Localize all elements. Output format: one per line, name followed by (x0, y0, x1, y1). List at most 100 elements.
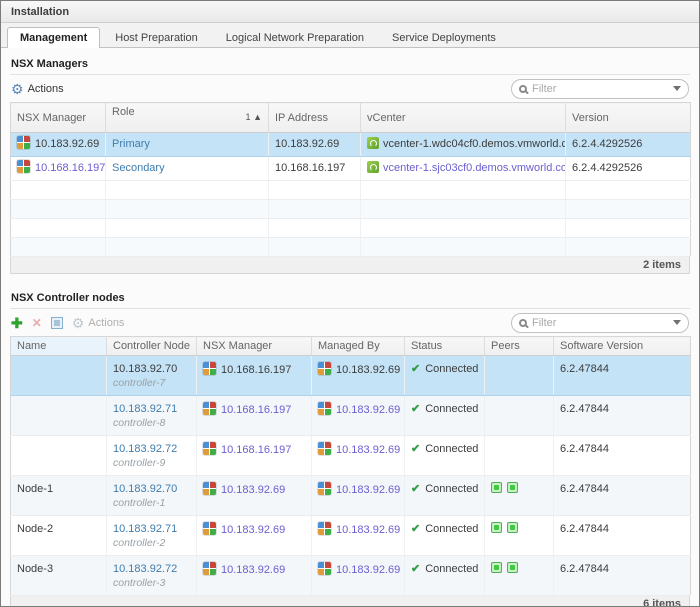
connected-check-icon: ✔ (411, 563, 420, 575)
delete-controller-icon[interactable]: ✕ (32, 317, 42, 329)
controller-row[interactable]: Node-2 10.183.92.71controller-2 10.183.9… (11, 516, 691, 556)
controllers-section-title: NSX Controller nodes (10, 286, 690, 309)
name-cell: Node-3 (11, 556, 107, 596)
peer-status-icon (491, 522, 502, 533)
manager-row[interactable]: 10.168.16.197 Secondary 10.168.16.197 vc… (11, 157, 691, 181)
nsx-manager-icon (203, 562, 216, 575)
nsx-manager-icon (203, 482, 216, 495)
col-software-version[interactable]: Software Version (554, 337, 691, 356)
nsx-manager-icon (203, 362, 216, 375)
status-cell: ✔Connected (405, 356, 485, 396)
controller-row[interactable]: 10.183.92.71controller-8 10.168.16.197 1… (11, 396, 691, 436)
manager-row[interactable]: 10.183.92.69 Primary 10.183.92.69 vcente… (11, 133, 691, 157)
name-cell: Node-2 (11, 516, 107, 556)
nsx-manager-icon (17, 136, 30, 149)
nsx-manager-icon (203, 522, 216, 535)
peers-cell (485, 436, 554, 476)
empty-row (11, 238, 691, 257)
managed-by-cell: 10.183.92.69 (312, 396, 405, 436)
controller-row[interactable]: Node-1 10.183.92.70controller-1 10.183.9… (11, 476, 691, 516)
controllers-toolbar: ✚ ✕ ⚙ Actions (10, 309, 690, 336)
role-cell: Secondary (106, 157, 269, 181)
empty-row (11, 219, 691, 238)
controllers-filter (511, 313, 689, 333)
name-cell (11, 356, 107, 396)
managers-actions-button[interactable]: ⚙ Actions (11, 83, 64, 95)
tab-host-preparation[interactable]: Host Preparation (102, 27, 211, 48)
version-cell: 6.2.4.4292526 (566, 157, 691, 181)
nsx-manager-cell: 10.168.16.197 (197, 396, 312, 436)
connected-check-icon: ✔ (411, 403, 420, 415)
col-peers[interactable]: Peers (485, 337, 554, 356)
managed-by-cell: 10.183.92.69 (312, 476, 405, 516)
controller-row[interactable]: 10.183.92.72controller-9 10.168.16.197 1… (11, 436, 691, 476)
nsx-manager-icon (203, 402, 216, 415)
col-version[interactable]: Version (566, 103, 691, 133)
tab-service-deployments[interactable]: Service Deployments (379, 27, 509, 48)
peers-cell (485, 356, 554, 396)
nsx-manager-icon (17, 160, 30, 173)
chevron-down-icon[interactable] (673, 320, 681, 325)
peer-status-icon (507, 562, 518, 573)
status-cell: ✔Connected (405, 476, 485, 516)
controller-node-cell: 10.183.92.72controller-9 (107, 436, 197, 476)
nsx-manager-cell: 10.183.92.69 (11, 133, 106, 157)
controllers-actions-label: Actions (88, 317, 124, 329)
version-cell: 6.2.47844 (554, 516, 691, 556)
vcenter-cell: vcenter-1.sjc03cf0.demos.vmworld.com (361, 157, 566, 181)
version-cell: 6.2.4.4292526 (566, 133, 691, 157)
col-controller-node[interactable]: Controller Node (107, 337, 197, 356)
tab-management[interactable]: Management (7, 27, 100, 48)
connected-check-icon: ✔ (411, 363, 420, 375)
col-status[interactable]: Status (405, 337, 485, 356)
nsx-manager-cell: 10.183.92.69 (197, 556, 312, 596)
window-titlebar: Installation (1, 1, 699, 23)
col-role[interactable]: Role 1 ▲ (106, 103, 269, 133)
vcenter-icon (367, 137, 379, 149)
col-ip-address[interactable]: IP Address (269, 103, 361, 133)
controller-row[interactable]: Node-3 10.183.92.72controller-3 10.183.9… (11, 556, 691, 596)
col-vcenter[interactable]: vCenter (361, 103, 566, 133)
col-nsx-manager[interactable]: NSX Manager (11, 103, 106, 133)
nsx-manager-cell: 10.168.16.197 (197, 356, 312, 396)
tab-logical-network-preparation[interactable]: Logical Network Preparation (213, 27, 377, 48)
controllers-actions-button[interactable]: ⚙ Actions (72, 317, 125, 329)
managers-item-count: 2 items (10, 257, 690, 274)
page-title: Installation (11, 6, 69, 18)
controller-details-icon[interactable] (51, 317, 63, 329)
controller-node-cell: 10.183.92.70controller-7 (107, 356, 197, 396)
connected-check-icon: ✔ (411, 443, 420, 455)
nsx-manager-icon (318, 402, 331, 415)
nsx-manager-icon (318, 362, 331, 375)
managed-by-cell: 10.183.92.69 (312, 436, 405, 476)
peer-status-icon (507, 522, 518, 533)
controllers-filter-input[interactable] (532, 317, 668, 329)
col-managed-by[interactable]: Managed By (312, 337, 405, 356)
empty-row (11, 181, 691, 200)
peer-status-icon (507, 482, 518, 493)
add-controller-icon[interactable]: ✚ (11, 317, 23, 329)
nsx-manager-icon (318, 442, 331, 455)
nsx-manager-cell: 10.183.92.69 (197, 476, 312, 516)
controller-node-cell: 10.183.92.71controller-8 (107, 396, 197, 436)
nsx-manager-icon (318, 482, 331, 495)
col-nsx-manager[interactable]: NSX Manager (197, 337, 312, 356)
version-cell: 6.2.47844 (554, 356, 691, 396)
managed-by-cell: 10.183.92.69 (312, 516, 405, 556)
controller-row[interactable]: 10.183.92.70controller-7 10.168.16.197 1… (11, 356, 691, 396)
managers-section-title: NSX Managers (10, 52, 690, 75)
chevron-down-icon[interactable] (673, 86, 681, 91)
controllers-table: Name Controller Node NSX Manager Managed… (10, 336, 691, 596)
peer-status-icon (491, 482, 502, 493)
connected-check-icon: ✔ (411, 483, 420, 495)
managers-filter-input[interactable] (532, 83, 668, 95)
status-cell: ✔Connected (405, 436, 485, 476)
managers-table: NSX Manager Role 1 ▲ IP Address vCenter … (10, 102, 691, 257)
gear-icon: ⚙ (11, 83, 24, 95)
connected-check-icon: ✔ (411, 523, 420, 535)
ip-cell: 10.183.92.69 (269, 133, 361, 157)
managed-by-cell: 10.183.92.69 (312, 556, 405, 596)
col-name[interactable]: Name (11, 337, 107, 356)
nsx-manager-icon (318, 562, 331, 575)
managed-by-cell: 10.183.92.69 (312, 356, 405, 396)
